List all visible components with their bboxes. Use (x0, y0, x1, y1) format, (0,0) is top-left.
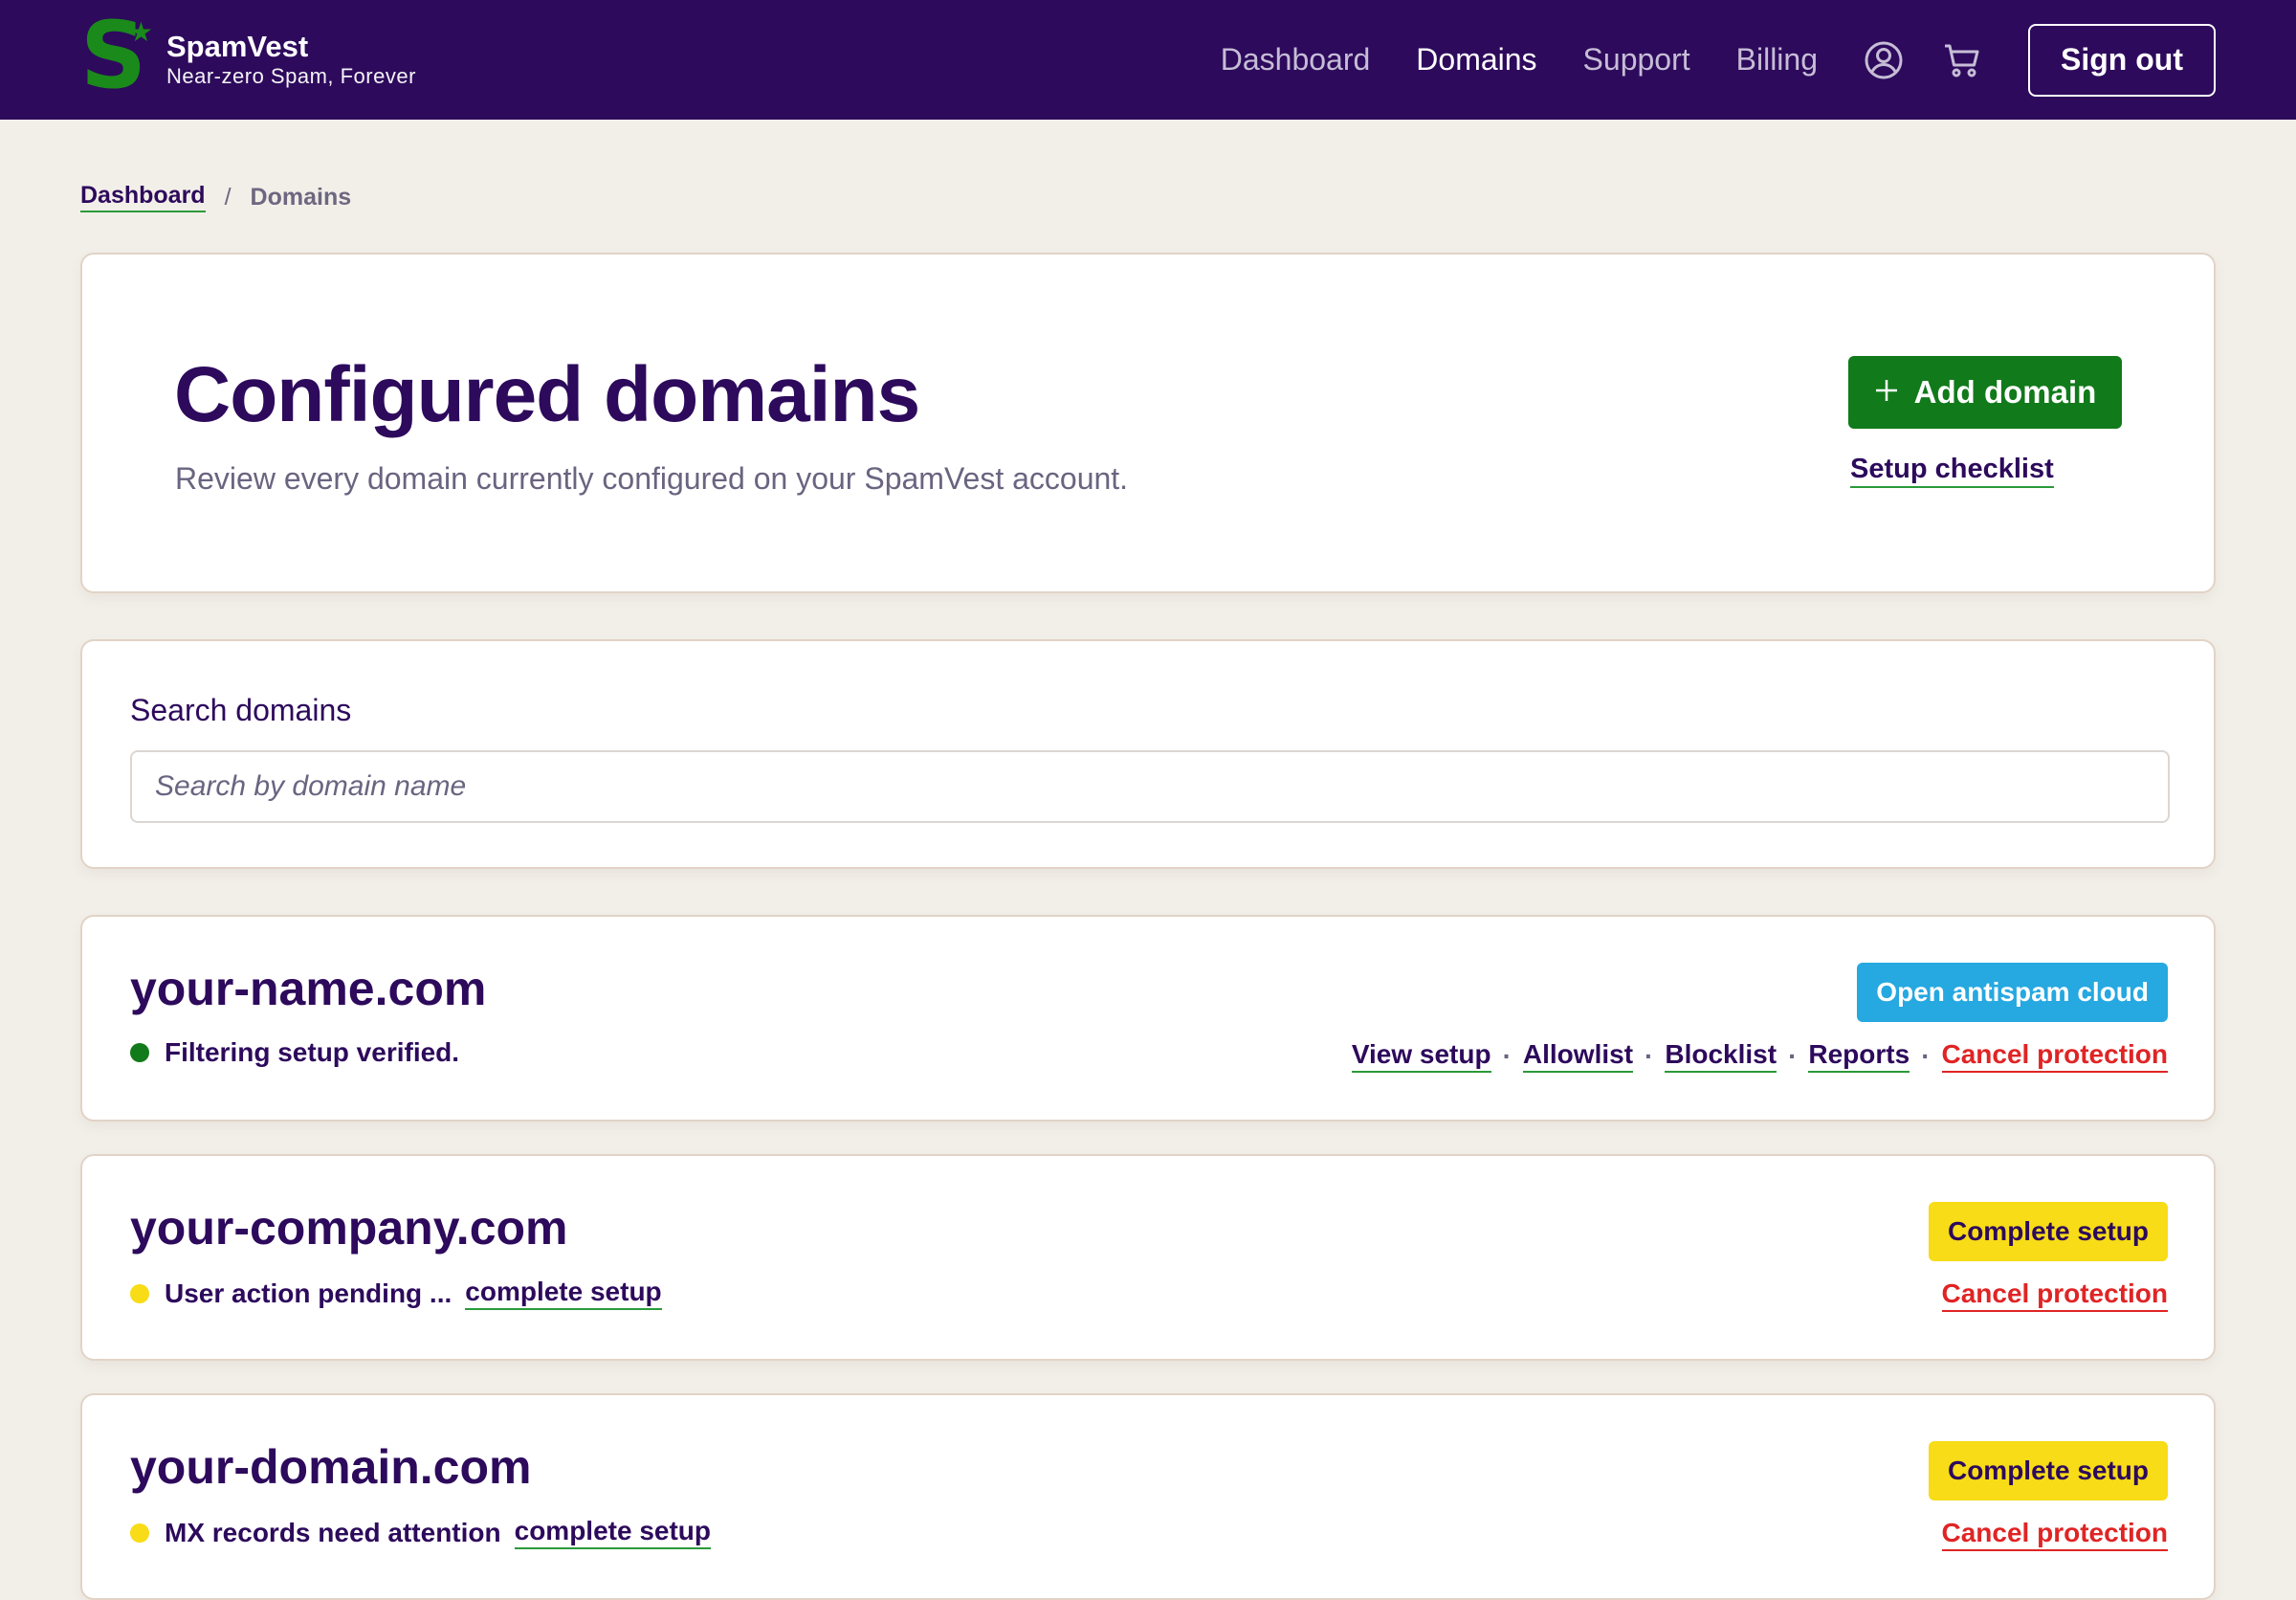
breadcrumb-current: Domains (250, 183, 352, 211)
reports-link[interactable]: Reports (1808, 1039, 1910, 1073)
setup-checklist-link[interactable]: Setup checklist (1850, 454, 2054, 488)
complete-setup-link[interactable]: complete setup (514, 1516, 712, 1549)
nav-dashboard[interactable]: Dashboard (1221, 42, 1371, 78)
nav-support[interactable]: Support (1583, 42, 1690, 78)
page-header-card: Configured domains Review every domain c… (80, 253, 2216, 593)
nav-domains[interactable]: Domains (1416, 42, 1536, 78)
open-antispam-cloud-button[interactable]: Open antispam cloud (1857, 963, 2168, 1022)
complete-setup-button[interactable]: Complete setup (1928, 1202, 2168, 1261)
domain-actions: View setup · Allowlist · Blocklist · Rep… (1351, 1039, 2168, 1073)
page-title: Configured domains (174, 351, 920, 438)
breadcrumb-dashboard-link[interactable]: Dashboard (80, 182, 206, 212)
domain-name: your-company.com (130, 1201, 568, 1255)
allowlist-link[interactable]: Allowlist (1522, 1039, 1634, 1073)
add-domain-label: Add domain (1913, 374, 2097, 410)
cancel-protection-link[interactable]: Cancel protection (1941, 1039, 2168, 1073)
domain-card: your-name.com Filtering setup verified. … (80, 915, 2216, 1122)
status-text: User action pending ... (165, 1278, 453, 1308)
nav-billing[interactable]: Billing (1736, 42, 1818, 78)
domain-card: your-domain.com MX records need attentio… (80, 1393, 2216, 1600)
status-text: Filtering setup verified. (165, 1037, 460, 1067)
domain-status: Filtering setup verified. (130, 1037, 459, 1068)
action-separator: · (1788, 1040, 1798, 1071)
domain-status: MX records need attention complete setup (130, 1516, 712, 1549)
breadcrumb: Dashboard / Domains (80, 182, 351, 212)
action-separator: · (1921, 1040, 1931, 1071)
view-setup-link[interactable]: View setup (1351, 1039, 1491, 1073)
page-subtitle: Review every domain currently configured… (175, 461, 1129, 496)
search-label: Search domains (130, 693, 352, 727)
blocklist-link[interactable]: Blocklist (1665, 1039, 1777, 1073)
complete-setup-link[interactable]: complete setup (465, 1277, 662, 1310)
complete-setup-button[interactable]: Complete setup (1928, 1441, 2168, 1500)
main-nav: Dashboard Domains Support Billing Sign o… (1175, 23, 2216, 97)
status-text: MX records need attention (165, 1517, 501, 1547)
breadcrumb-separator: / (224, 183, 232, 211)
action-separator: · (1502, 1040, 1512, 1071)
brand-name: SpamVest (166, 30, 309, 64)
plus-icon (1874, 374, 1899, 411)
brand-tagline: Near-zero Spam, Forever (166, 63, 416, 88)
brand-text: SpamVest Near-zero Spam, Forever (166, 31, 416, 88)
search-input[interactable] (130, 750, 2170, 823)
search-card: Search domains (80, 639, 2216, 869)
domain-actions: Cancel protection (1941, 1518, 2168, 1551)
spamvest-logo-icon: S ★ (80, 10, 153, 101)
domain-card: your-company.com User action pending ...… (80, 1154, 2216, 1361)
domain-actions: Cancel protection (1941, 1278, 2168, 1312)
sign-out-button[interactable]: Sign out (2028, 23, 2216, 97)
status-dot-icon (130, 1283, 149, 1303)
shopping-cart-icon[interactable] (1942, 40, 1982, 80)
cancel-protection-link[interactable]: Cancel protection (1941, 1518, 2168, 1551)
domain-status: User action pending ... complete setup (130, 1277, 662, 1310)
logo-star-icon: ★ (128, 16, 153, 47)
user-circle-icon[interactable] (1864, 40, 1904, 80)
cancel-protection-link[interactable]: Cancel protection (1941, 1278, 2168, 1312)
status-dot-icon (130, 1043, 149, 1062)
action-separator: · (1645, 1040, 1654, 1071)
top-navigation-bar: S ★ SpamVest Near-zero Spam, Forever Das… (0, 0, 2296, 120)
status-dot-icon (130, 1522, 149, 1543)
add-domain-button[interactable]: Add domain (1848, 356, 2122, 429)
domain-name: your-domain.com (130, 1440, 532, 1494)
brand[interactable]: S ★ SpamVest Near-zero Spam, Forever (80, 10, 416, 101)
domain-name: your-name.com (130, 962, 487, 1015)
